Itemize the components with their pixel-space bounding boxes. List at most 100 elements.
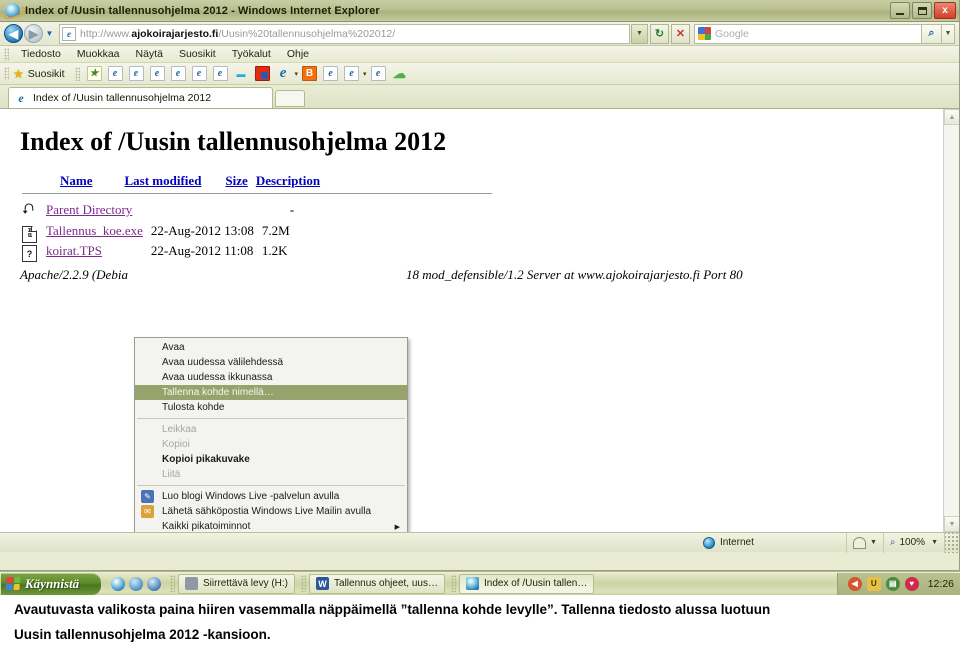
taskbar-button-index-of-uusin[interactable]: Index of /Uusin tallen…: [458, 573, 595, 594]
context-menu-item-tulosta-kohde[interactable]: Tulosta kohde: [135, 400, 407, 415]
row-modified-cell: 22-Aug-2012 11:08: [150, 242, 254, 258]
internet-explorer-icon[interactable]: e: [276, 65, 291, 81]
row-icon-cell: ?: [22, 241, 46, 262]
windows-logo-icon: [5, 577, 21, 590]
show-hidden-icons-icon[interactable]: ◀: [847, 576, 862, 591]
column-header-size[interactable]: Size: [209, 173, 255, 191]
context-menu-item-avaa[interactable]: Avaa: [135, 340, 407, 355]
start-button[interactable]: Käynnistä: [1, 572, 101, 595]
add-to-favorites-icon[interactable]: ★: [86, 66, 102, 81]
cloud-upload-icon[interactable]: ☁: [392, 66, 407, 81]
tab-index-of-uusin[interactable]: e Index of /Uusin tallennusohjelma 2012: [8, 87, 273, 108]
table-header-row: Name Last modified Size Description: [22, 173, 328, 191]
menu-item-ohje[interactable]: Ohje: [279, 47, 317, 61]
menu-item-suosikit[interactable]: Suosikit: [171, 47, 224, 61]
menu-item-muokkaa[interactable]: Muokkaa: [69, 47, 128, 61]
protected-mode-indicator[interactable]: ▼: [847, 532, 884, 553]
directory-rows: ⮏ Parent Directory - 10 01 Tallennus_koe.…: [22, 199, 310, 262]
zoom-level-label: 100%: [899, 537, 926, 548]
link-icon-2[interactable]: e: [128, 66, 144, 81]
row-description-cell: [302, 241, 310, 260]
tab-label: Index of /Uusin tallennusohjelma 2012: [33, 92, 212, 104]
link-koirat-tps[interactable]: koirat.TPS: [46, 243, 102, 258]
maximize-button[interactable]: [912, 2, 932, 19]
menu-item-tiedosto[interactable]: Tiedosto: [13, 47, 69, 61]
url-protocol: http://www.: [80, 27, 132, 40]
column-header-last-modified[interactable]: Last modified: [101, 173, 210, 191]
taskbar-button-siirrettava-levy[interactable]: Siirrettävä levy (H:): [178, 573, 296, 594]
blogger-icon[interactable]: B: [302, 66, 318, 81]
link-parent-directory[interactable]: Parent Directory: [46, 202, 132, 217]
context-menu-item-laheta-sahkopostia[interactable]: ✉ Lähetä sähköpostia Windows Live Mailin…: [135, 504, 407, 519]
antivirus-icon[interactable]: ♥: [904, 576, 919, 591]
link-icon-9[interactable]: e: [370, 66, 386, 81]
close-button[interactable]: x: [934, 2, 956, 19]
row-description-cell: [302, 199, 310, 221]
menu-grip-handle[interactable]: [4, 47, 9, 61]
scroll-down-button[interactable]: ▼: [944, 516, 959, 532]
menu-item-tyokalut[interactable]: Työkalut: [224, 47, 279, 61]
page-content: Index of /Uusin tallennusohjelma 2012 Na…: [0, 108, 959, 532]
usb-drive-icon[interactable]: U: [866, 576, 881, 591]
camera-quicklaunch-icon[interactable]: [129, 576, 143, 591]
stop-button[interactable]: ✕: [671, 23, 690, 44]
menu-item-nayta[interactable]: Näytä: [128, 47, 171, 61]
link-icon-3[interactable]: e: [149, 66, 165, 81]
search-placeholder: Google: [715, 27, 749, 40]
search-dropdown-button[interactable]: ▼: [942, 23, 955, 44]
new-tab-button[interactable]: [275, 90, 305, 107]
link-icon-7[interactable]: e: [323, 66, 339, 81]
start-button-label: Käynnistä: [25, 575, 80, 591]
ie-quicklaunch-icon[interactable]: [111, 576, 125, 591]
windows-live-icon[interactable]: [254, 66, 270, 81]
column-header-name[interactable]: Name: [22, 173, 101, 191]
column-header-description[interactable]: Description: [256, 173, 328, 191]
chevron-down-icon[interactable]: ▼: [43, 29, 56, 38]
row-size-cell: 7.2M: [261, 223, 290, 238]
link-icon-5[interactable]: e: [191, 66, 207, 81]
security-zone-indicator[interactable]: Internet: [697, 532, 847, 553]
caption: Avautuvasta valikosta paina hiiren vasem…: [0, 597, 960, 647]
link-icon-1[interactable]: e: [107, 66, 123, 81]
directory-listing: Name Last modified Size Description ⮏ Pa…: [22, 173, 943, 262]
chevron-down-icon[interactable]: ▼: [870, 539, 877, 546]
back-button[interactable]: ◀: [4, 24, 23, 43]
row-size-cell: -: [289, 202, 295, 217]
chevron-down-icon[interactable]: ▼: [931, 539, 938, 546]
context-menu-item-kopioi-pikakuvake[interactable]: Kopioi pikakuvake: [135, 452, 407, 467]
zoom-control[interactable]: ⌕ 100% ▼: [884, 532, 945, 553]
context-menu-item-luo-blogi[interactable]: ✎ Luo blogi Windows Live -palvelun avull…: [135, 489, 407, 504]
caption-line-2: Uusin tallennusohjelma 2012 -kansioon.: [14, 627, 271, 642]
resize-grip[interactable]: [945, 532, 959, 553]
vertical-scrollbar[interactable]: ▲ ▼: [943, 109, 959, 532]
forward-button[interactable]: ▶: [24, 24, 43, 43]
taskbar-clock[interactable]: 12:26: [928, 578, 954, 590]
refresh-button[interactable]: ↻: [650, 23, 669, 44]
context-menu-item-tallenna-kohde-nimella[interactable]: Tallenna kohde nimellä…: [135, 385, 407, 400]
context-menu-item-avaa-uudessa-valilehdessa[interactable]: Avaa uudessa välilehdessä: [135, 355, 407, 370]
link-icon-6[interactable]: e: [212, 66, 228, 81]
mail-icon: ✉: [141, 505, 154, 518]
chevron-down-icon[interactable]: ▾: [363, 70, 367, 78]
chevron-right-icon: ▶: [394, 523, 400, 531]
chevron-down-icon[interactable]: ▾: [295, 70, 299, 78]
context-menu-item-avaa-uudessa-ikkunassa[interactable]: Avaa uudessa ikkunassa: [135, 370, 407, 385]
minimize-button[interactable]: [890, 2, 910, 19]
favorites-button-label[interactable]: Suosikit: [28, 68, 65, 80]
taskbar-button-tallennus-ohjeet[interactable]: W Tallennus ohjeet, uus…: [309, 573, 445, 594]
search-input[interactable]: Google: [694, 23, 922, 44]
media-quicklaunch-icon[interactable]: [147, 576, 161, 591]
search-button[interactable]: ⌕: [922, 23, 942, 44]
network-icon[interactable]: ▤: [885, 576, 900, 591]
twitter-icon[interactable]: ▬: [234, 66, 249, 81]
context-menu-item-kaikki-pikatoiminnot[interactable]: Kaikki pikatoiminnot ▶: [135, 519, 407, 532]
scroll-up-button[interactable]: ▲: [944, 109, 959, 125]
link-icon-8[interactable]: e: [344, 66, 360, 81]
favorites-toolbar: ★ Suosikit ★ e e e e e e ▬ e ▾ B e e ▾ e…: [0, 63, 959, 85]
link-tallennus-koe-exe[interactable]: Tallennus_koe.exe: [46, 223, 143, 238]
link-icon-4[interactable]: e: [170, 66, 186, 81]
favorites-grip-handle[interactable]: [4, 67, 9, 80]
row-modified-cell: [151, 199, 262, 221]
address-dropdown-button[interactable]: ▼: [631, 23, 648, 44]
address-input[interactable]: e http://www.ajokoirajarjesto.fi/Uusin%2…: [59, 23, 630, 44]
